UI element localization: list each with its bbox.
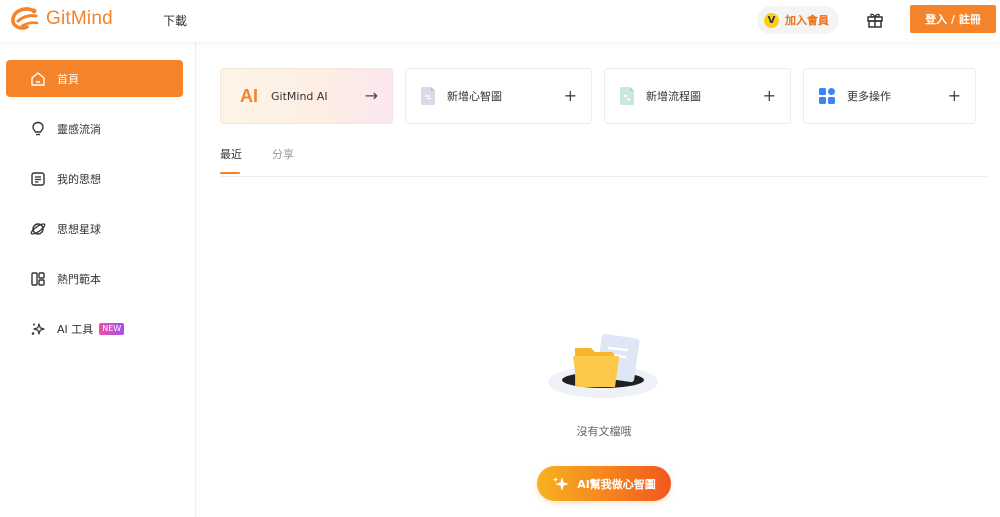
template-grid-icon — [30, 271, 46, 287]
card-label: GitMind AI — [271, 89, 328, 103]
tab-share[interactable]: 分享 — [272, 146, 294, 162]
sidebar-item-thought-planet[interactable]: 思想星球 — [6, 210, 183, 247]
lightbulb-icon — [30, 121, 46, 137]
sidebar: 首頁 靈感流淌 我的思想 思想星球 熱門範本 AI 工具 NEW — [0, 42, 196, 517]
gitmind-logo-icon — [11, 7, 39, 30]
plus-icon: + — [563, 86, 577, 105]
plus-icon: + — [947, 86, 961, 105]
ai-make-mindmap-label: AI幫我做心智圖 — [577, 477, 656, 491]
download-link[interactable]: 下載 — [163, 12, 187, 29]
apps-grid-icon — [818, 87, 836, 105]
gitmind-ai-card[interactable]: AI GitMind AI → — [220, 68, 393, 124]
planet-icon — [30, 221, 46, 237]
new-mindmap-card[interactable]: 新增心智圖 + — [405, 68, 592, 124]
card-label: 新增心智圖 — [447, 90, 502, 103]
document-icon — [30, 171, 46, 187]
sparkle-icon — [30, 321, 46, 337]
sidebar-item-templates[interactable]: 熱門範本 — [6, 260, 183, 297]
sidebar-item-ai-tools[interactable]: AI 工具 NEW — [6, 310, 183, 347]
top-header: GitMind 下載 V 加入會員 登入 / 註冊 — [0, 0, 1000, 42]
join-membership-button[interactable]: V 加入會員 — [757, 6, 839, 34]
more-actions-card[interactable]: 更多操作 + — [803, 68, 976, 124]
sidebar-item-label: 靈感流淌 — [57, 122, 101, 136]
document-tabs: 最近 分享 — [220, 146, 987, 177]
login-register-button[interactable]: 登入 / 註冊 — [910, 5, 996, 33]
home-icon — [30, 71, 46, 87]
card-label: 新增流程圖 — [646, 90, 701, 103]
sidebar-item-label: 熱門範本 — [57, 272, 101, 286]
sidebar-item-label: 我的思想 — [57, 172, 101, 186]
card-label: 更多操作 — [847, 90, 891, 103]
new-flowchart-card[interactable]: 新增流程圖 + — [604, 68, 791, 124]
new-badge: NEW — [99, 322, 125, 335]
sidebar-item-my-thoughts[interactable]: 我的思想 — [6, 160, 183, 197]
empty-folder-illustration — [543, 330, 663, 412]
sidebar-item-label: AI 工具 — [57, 322, 94, 336]
sidebar-item-home[interactable]: 首頁 — [6, 60, 183, 97]
flowchart-file-icon — [619, 86, 635, 106]
sparkle-icon — [553, 476, 570, 491]
empty-state-text: 沒有文檔哦 — [576, 425, 632, 438]
ai-logo-icon: AI — [240, 85, 258, 106]
gift-icon[interactable] — [866, 11, 884, 33]
logo-text: GitMind — [46, 8, 113, 29]
sidebar-item-inspiration[interactable]: 靈感流淌 — [6, 110, 183, 147]
gitmind-logo[interactable]: GitMind — [10, 6, 113, 32]
arrow-right-icon: → — [364, 86, 378, 105]
vip-badge-icon: V — [764, 12, 779, 28]
join-membership-label: 加入會員 — [785, 14, 829, 27]
active-tab-indicator — [220, 172, 240, 174]
tab-recent[interactable]: 最近 — [220, 146, 242, 162]
plus-icon: + — [762, 86, 776, 105]
sidebar-item-label: 首頁 — [57, 72, 79, 86]
mindmap-file-icon — [420, 86, 436, 106]
ai-make-mindmap-button[interactable]: AI幫我做心智圖 — [537, 466, 671, 501]
sidebar-item-label: 思想星球 — [57, 222, 101, 236]
